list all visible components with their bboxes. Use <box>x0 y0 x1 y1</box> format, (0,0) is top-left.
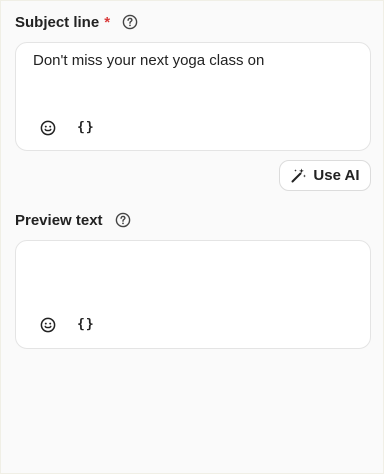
use-ai-button[interactable]: Use AI <box>279 160 371 191</box>
subject-input-text[interactable]: Don't miss your next yoga class on <box>33 52 264 69</box>
magic-wand-icon <box>290 167 307 184</box>
preview-label-row: Preview text <box>15 210 131 230</box>
braces-icon[interactable]: {} <box>77 120 95 135</box>
subject-label-row: Subject line * <box>15 12 138 32</box>
subject-label: Subject line <box>15 13 100 31</box>
preview-input[interactable]: {} <box>15 240 371 349</box>
required-marker: * <box>104 13 111 31</box>
subject-input[interactable]: Don't miss your next yoga class on {} <box>15 42 371 151</box>
panel: Subject line * Don't miss your next yoga… <box>0 0 384 474</box>
help-icon[interactable] <box>115 212 131 228</box>
use-ai-label: Use AI <box>313 167 360 184</box>
preview-label: Preview text <box>15 211 103 229</box>
smiley-icon[interactable] <box>40 317 56 333</box>
braces-icon[interactable]: {} <box>77 317 95 332</box>
smiley-icon[interactable] <box>40 120 56 136</box>
help-icon[interactable] <box>122 14 138 30</box>
